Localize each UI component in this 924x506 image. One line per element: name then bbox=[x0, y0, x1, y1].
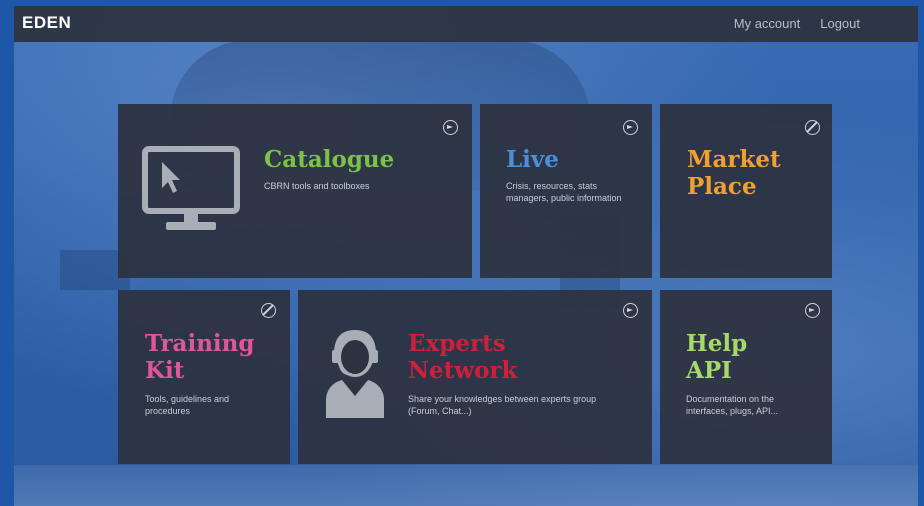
training-title-line2: Kit bbox=[145, 357, 185, 384]
catalogue-description: CBRN tools and toolboxes bbox=[264, 181, 370, 191]
tile-catalogue[interactable]: Catalogue CBRN tools and toolboxes bbox=[118, 104, 472, 278]
help-open-arrow-icon[interactable] bbox=[805, 303, 820, 318]
experts-title-line2: Network bbox=[408, 357, 518, 384]
operator-headset-icon bbox=[326, 329, 384, 418]
monitor-cursor-icon bbox=[142, 146, 240, 230]
training-disabled-icon bbox=[261, 303, 276, 318]
training-description: Tools, guidelines and procedures bbox=[145, 394, 230, 416]
catalogue-open-arrow-icon[interactable] bbox=[443, 120, 458, 135]
experts-title-line1: Experts bbox=[408, 330, 506, 357]
brand-logo[interactable]: EDEN bbox=[22, 13, 71, 33]
live-title: Live bbox=[506, 146, 559, 173]
nav-links: My account Logout bbox=[734, 16, 860, 31]
help-description: Documentation on the interfaces, plugs, … bbox=[686, 394, 779, 416]
my-account-link[interactable]: My account bbox=[734, 16, 800, 31]
tile-market-place: Market Place bbox=[660, 104, 832, 278]
tile-live[interactable]: Live Crisis, resources, stats managers, … bbox=[480, 104, 652, 278]
help-title-line2: API bbox=[686, 357, 732, 384]
catalogue-title: Catalogue bbox=[264, 146, 395, 173]
top-navbar: EDEN My account Logout bbox=[14, 6, 918, 42]
experts-open-arrow-icon[interactable] bbox=[623, 303, 638, 318]
training-title-line1: Training bbox=[145, 330, 255, 357]
tile-help-api[interactable]: Help API Documentation on the interfaces… bbox=[660, 290, 832, 464]
tile-training-kit: Training Kit Tools, guidelines and proce… bbox=[118, 290, 290, 464]
background-ground bbox=[0, 465, 924, 506]
live-open-arrow-icon[interactable] bbox=[623, 120, 638, 135]
logout-link[interactable]: Logout bbox=[820, 16, 860, 31]
market-title-line2: Place bbox=[687, 173, 757, 200]
left-border bbox=[0, 0, 14, 506]
tile-experts-network[interactable]: Experts Network Share your knowledges be… bbox=[298, 290, 652, 464]
help-title-line1: Help bbox=[686, 330, 748, 357]
experts-description: Share your knowledges between experts gr… bbox=[408, 394, 597, 416]
live-description: Crisis, resources, stats managers, publi… bbox=[506, 181, 622, 203]
right-border bbox=[918, 0, 924, 506]
market-disabled-icon bbox=[805, 120, 820, 135]
market-title-line1: Market bbox=[687, 146, 781, 173]
